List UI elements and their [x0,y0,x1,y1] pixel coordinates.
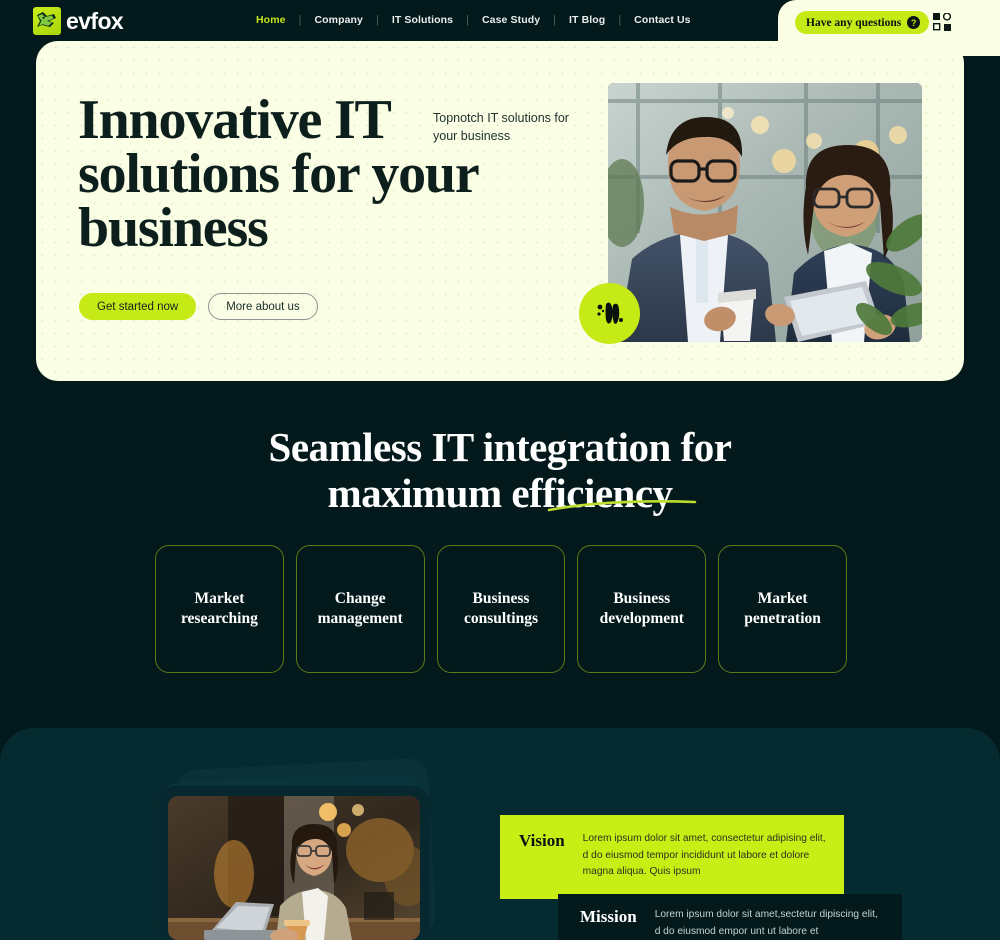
service-card-line2: consultings [463,610,539,627]
landing-page: evfox Home | Company | IT Solutions | Ca… [0,0,1000,940]
mission-title: Mission [580,907,637,926]
brand-logo[interactable]: evfox [33,7,124,35]
integration-heading-line2: maximum efficiency [327,470,673,516]
more-about-us-button[interactable]: More about us [208,293,318,320]
vision-title: Vision [519,831,565,850]
service-card-business-development[interactable]: Business development [577,545,707,673]
vision-card: Vision Lorem ipsum dolor sit amet, conse… [500,815,844,899]
service-card-line2: researching [180,610,258,627]
service-card-line1: Market [194,590,245,607]
integration-heading-line1: Seamless IT integration for [268,424,732,470]
service-card-line1: Change [334,590,386,607]
nav-link-contact-us[interactable]: Contact Us [621,14,703,26]
get-started-button[interactable]: Get started now [79,293,197,320]
question-mark-icon: ? [907,16,921,29]
service-card-line1: Market [757,590,808,607]
service-card-line1: Business [472,590,530,607]
service-card-market-penetration[interactable]: Market penetration [718,545,847,673]
integration-heading: Seamless IT integration for maximum effi… [0,424,1000,516]
service-card-change-management[interactable]: Change management [295,545,425,673]
service-card-line2: penetration [744,610,821,627]
nav-link-case-study[interactable]: Case Study [469,14,553,26]
nav-link-it-solutions[interactable]: IT Solutions [379,14,466,26]
hero-badge [579,283,640,344]
sparkle-splash-icon [596,302,623,324]
hero-card: Innovative IT solutions for your busines… [36,41,964,381]
mission-body: Lorem ipsum dolor sit amet,sectetur dipi… [654,909,878,937]
grid-menu-icon[interactable] [932,12,952,31]
photo-stack-frame [158,786,430,940]
brand-name: evfox [66,7,124,34]
service-cards-row: Market researching Change management Bus… [155,545,847,673]
service-card-line1: Business [613,590,671,607]
nav-link-company[interactable]: Company [301,14,376,26]
have-any-questions-button[interactable]: Have any questions ? [795,11,930,34]
service-card-line2: development [599,610,684,627]
heading-underline-accent [547,500,697,512]
mission-card: Mission Lorem ipsum dolor sit amet,secte… [558,894,902,940]
vision-body: Lorem ipsum dolor sit amet, consectetur … [582,833,826,877]
hero-photo [608,83,922,342]
primary-nav: Home | Company | IT Solutions | Case Stu… [243,14,704,26]
nav-link-it-blog[interactable]: IT Blog [556,14,618,26]
hero-subtitle: Topnotch IT solutions for your business [433,111,569,143]
service-card-market-researching[interactable]: Market researching [155,545,284,673]
fox-head-icon [33,7,61,35]
service-card-business-consultings[interactable]: Business consultings [436,545,566,673]
questions-button-label: Have any questions [806,16,902,29]
hero-actions: Get started now More about us [79,293,318,320]
nav-link-home[interactable]: Home [243,14,299,26]
about-photo [168,796,420,940]
service-card-line2: management [317,610,403,627]
